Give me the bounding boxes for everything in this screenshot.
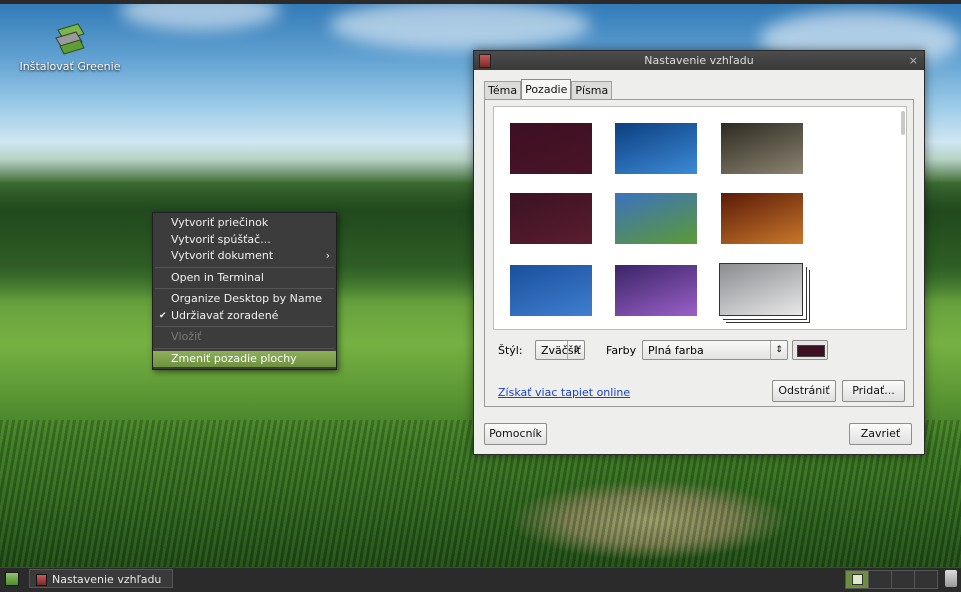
desktop-icon-install-greenie[interactable]: Inštalovať Greenie	[18, 20, 122, 73]
menu-item-label: Organize Desktop by Name	[171, 292, 323, 305]
window-mini-icon	[852, 574, 863, 585]
wallpaper-grid	[493, 106, 907, 330]
wallpaper-thumb-blue-branch-silhouette[interactable]	[510, 265, 592, 316]
menu-separator	[155, 347, 334, 349]
tab-fonts[interactable]: Písma	[571, 81, 613, 99]
background-tab-panel: Štýl: Zväčšiť ⇕ Farby Plná farba ⇕ Získa…	[484, 99, 914, 407]
bottom-panel: Nastavenie vzhľadu	[0, 567, 961, 592]
help-button[interactable]: Pomocník	[484, 423, 547, 445]
menu-item-organize-desktop[interactable]: Organize Desktop by Name	[153, 291, 336, 308]
workspace-3[interactable]	[891, 570, 915, 589]
menu-item-label: Vytvoriť spúšťač...	[171, 232, 271, 246]
spin-icon: ⇕	[770, 341, 787, 359]
menu-item-change-background[interactable]: Zmeniť pozadie plochy	[153, 350, 336, 367]
style-label: Štýl:	[498, 344, 523, 357]
tab-bar: Téma Pozadie Písma	[484, 79, 613, 99]
close-icon[interactable]: ×	[909, 51, 918, 70]
menu-item-label: Vytvoriť dokument	[171, 249, 274, 262]
wallpaper-thumb-purple-lightning[interactable]	[615, 265, 697, 316]
remove-button[interactable]: Odstrániť	[772, 380, 836, 402]
install-icon	[50, 20, 90, 56]
wallpaper-thumb-dark-purple[interactable]	[510, 123, 592, 174]
menu-item-label: Udržiavať zoradené	[171, 308, 279, 322]
wallpaper-thumb-red-berries[interactable]	[721, 193, 803, 244]
app-icon	[479, 54, 491, 68]
menu-item-paste: Vložiť	[153, 329, 336, 346]
menu-item-label: Vytvoriť priečinok	[171, 216, 269, 229]
desktop-icon-label: Inštalovať Greenie	[19, 60, 121, 73]
taskbar-button-appearance[interactable]: Nastavenie vzhľadu	[29, 569, 173, 588]
menu-item-label: Vložiť	[171, 330, 202, 343]
wallpaper-thumb-clouds-stack[interactable]	[719, 263, 803, 316]
colors-value: Plná farba	[648, 344, 704, 357]
task-label: Nastavenie vzhľadu	[52, 573, 162, 586]
menu-item-label: Open in Terminal	[171, 270, 264, 284]
menu-item-open-terminal[interactable]: Open in Terminal	[153, 270, 336, 287]
tab-theme[interactable]: Téma	[484, 81, 522, 99]
appearance-dialog: Nastavenie vzhľadu × Téma Pozadie Písma …	[473, 50, 925, 455]
close-button[interactable]: Zavrieť	[849, 423, 912, 445]
menu-item-new-document[interactable]: Vytvoriť dokument ›	[153, 248, 336, 265]
color-swatch	[797, 345, 825, 357]
colors-label: Farby	[606, 344, 637, 357]
wallpaper-thumb-tree-field-sunset[interactable]	[615, 193, 697, 244]
tab-background[interactable]: Pozadie	[521, 79, 572, 99]
wallpaper-thumb-dark-purple-lips[interactable]	[510, 193, 592, 244]
desktop-context-menu: Vytvoriť priečinok Vytvoriť spúšťač... V…	[152, 212, 337, 370]
checkmark-icon: ✔	[159, 310, 167, 321]
menu-separator	[155, 266, 334, 268]
colors-select[interactable]: Plná farba ⇕	[642, 340, 788, 360]
color-picker-button[interactable]	[792, 340, 828, 360]
menu-separator	[155, 326, 334, 327]
workspace-4[interactable]	[914, 570, 938, 589]
menu-item-label: Zmeniť pozadie plochy	[171, 351, 297, 365]
trash-icon[interactable]	[945, 570, 957, 587]
dialog-title: Nastavenie vzhľadu	[644, 54, 754, 67]
menu-item-new-folder[interactable]: Vytvoriť priečinok	[153, 215, 336, 232]
get-more-wallpapers-link[interactable]: Získať viac tapiet online	[498, 386, 630, 399]
wallpaper-thumb-blue-light-streak[interactable]	[615, 123, 697, 174]
menu-separator	[155, 288, 334, 289]
menu-item-new-launcher[interactable]: Vytvoriť spúšťač...	[153, 232, 336, 249]
style-row: Štýl: Zväčšiť ⇕ Farby Plná farba ⇕	[498, 340, 908, 362]
menu-item-keep-aligned[interactable]: ✔ Udržiavať zoradené	[153, 308, 336, 325]
spin-icon: ⇕	[567, 341, 584, 359]
workspace-1[interactable]	[845, 570, 869, 589]
top-strip	[0, 0, 961, 4]
scrollbar[interactable]	[901, 111, 905, 135]
submenu-arrow-icon: ›	[325, 249, 330, 262]
add-button[interactable]: Pridať...	[842, 380, 905, 402]
wallpaper-thumb-sepia-landscape-car[interactable]	[721, 123, 803, 174]
workspace-2[interactable]	[868, 570, 892, 589]
main-menu-icon[interactable]	[5, 572, 19, 586]
app-icon	[36, 574, 47, 586]
style-select[interactable]: Zväčšiť ⇕	[535, 340, 585, 360]
dialog-titlebar[interactable]: Nastavenie vzhľadu ×	[474, 51, 924, 70]
